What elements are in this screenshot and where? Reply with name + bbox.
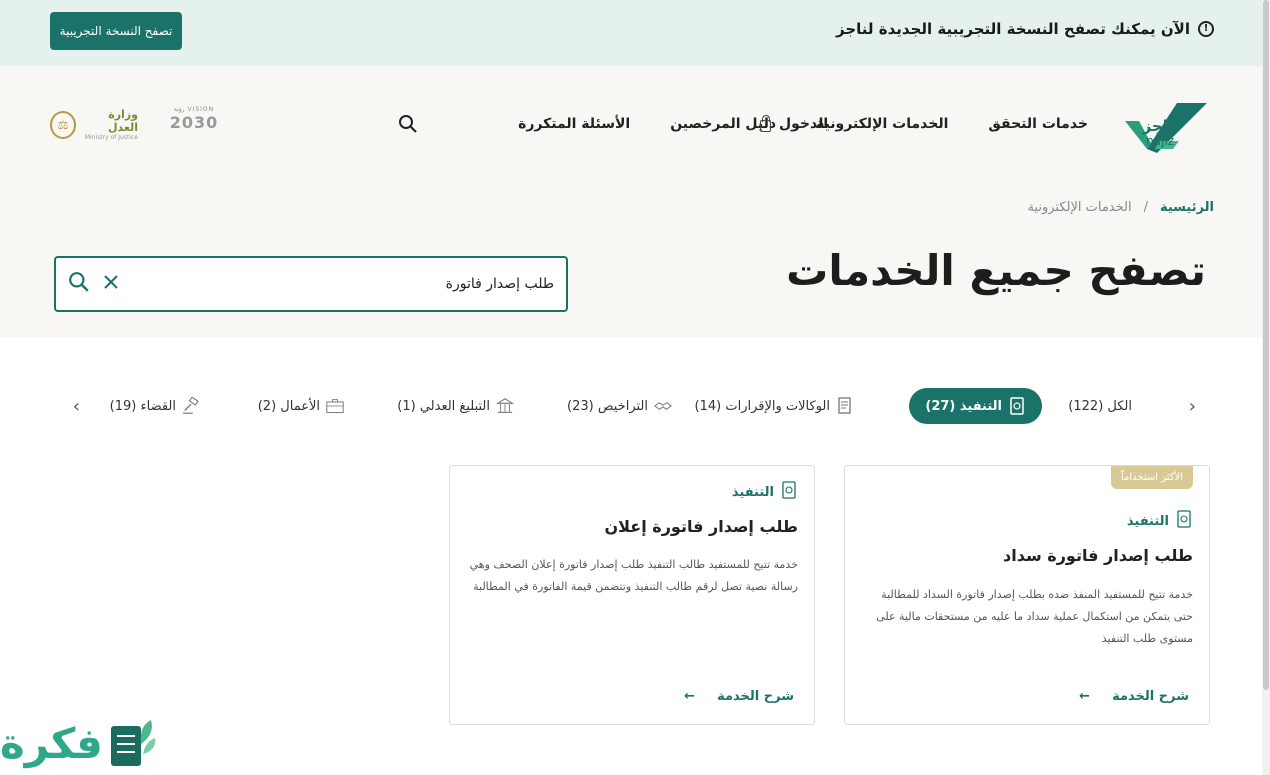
info-icon: !: [1198, 21, 1214, 37]
logo-latin: najiz: [1146, 134, 1174, 148]
logo-word: ناجز: [1142, 117, 1174, 135]
service-card[interactable]: الأكثر استخداماً التنفيذ طلب إصدار فاتور…: [844, 465, 1210, 725]
nav-electronic-services[interactable]: الخدمات الإلكترونية: [816, 116, 948, 132]
ministry-of-justice-logo: وزارة العدل Ministry of Justice ⚖: [50, 108, 138, 142]
search-submit-icon[interactable]: [68, 271, 90, 297]
most-used-badge: الأكثر استخداماً: [1110, 466, 1193, 489]
service-search-input[interactable]: [120, 276, 554, 292]
service-details-link[interactable]: شرح الخدمة ←: [684, 689, 794, 704]
card-category: التنفيذ: [732, 481, 798, 503]
tabs-prev-arrow-icon[interactable]: ‹: [1189, 396, 1196, 417]
breadcrumb-separator: /: [1143, 200, 1148, 215]
card-description: خدمة تتيح للمستفيد طالب التنفيذ طلب إصدا…: [469, 558, 798, 593]
arrow-left-icon: ←: [1079, 689, 1091, 704]
banner-message: ! الآن يمكنك تصفح النسخة التجريبية الجدي…: [836, 20, 1214, 38]
arrow-left-icon: ←: [684, 689, 696, 704]
login-button[interactable]: الدخول: [760, 115, 829, 132]
scrollbar[interactable]: [1262, 0, 1270, 775]
service-card[interactable]: التنفيذ طلب إصدار فاتورة إعلان خدمة تتيح…: [449, 465, 815, 725]
scrollbar-thumb[interactable]: [1263, 0, 1269, 690]
contract-icon: [836, 397, 854, 415]
najiz-logo[interactable]: ناجز najiz: [1117, 101, 1212, 156]
card-category: التنفيذ: [1127, 510, 1193, 532]
service-search-box: [54, 256, 568, 312]
gavel-icon: [182, 397, 200, 415]
page-title: تصفح جميع الخدمات: [786, 246, 1206, 295]
document-icon: [1008, 397, 1026, 415]
tabs-next-arrow-icon[interactable]: ›: [73, 396, 80, 417]
watermark-text: فكرة: [0, 719, 104, 768]
card-description: خدمة تتيح للمستفيد المنفذ ضده بطلب إصدار…: [876, 588, 1193, 645]
nav-verification-services[interactable]: خدمات التحقق: [988, 116, 1088, 132]
tab-licenses[interactable]: التراخيص (23): [567, 388, 672, 424]
document-icon: [1175, 510, 1193, 532]
top-banner: ! الآن يمكنك تصفح النسخة التجريبية الجدي…: [0, 0, 1262, 66]
briefcase-icon: [326, 397, 344, 415]
breadcrumb-current: الخدمات الإلكترونية: [1027, 200, 1132, 215]
card-title: طلب إصدار فاتورة إعلان: [604, 517, 798, 536]
category-tabs: ‹ الكل (122) التنفيذ (27) الوكالات والإق…: [60, 388, 1200, 424]
clear-search-icon[interactable]: [102, 273, 120, 295]
service-details-link[interactable]: شرح الخدمة ←: [1079, 689, 1189, 704]
document-icon: [780, 481, 798, 503]
nav-faq[interactable]: الأسئلة المتكررة: [518, 116, 630, 132]
breadcrumb-home[interactable]: الرئيسية: [1160, 200, 1214, 215]
tab-execution[interactable]: التنفيذ (27): [909, 388, 1042, 424]
breadcrumb: الرئيسية / الخدمات الإلكترونية: [1027, 200, 1214, 215]
tab-all[interactable]: الكل (122): [1068, 388, 1132, 424]
lock-icon: [760, 115, 771, 132]
building-icon: [496, 397, 514, 415]
handshake-icon: [654, 397, 672, 415]
book-leaf-icon: [110, 719, 156, 766]
watermark-logo: فكرة: [0, 712, 160, 775]
try-beta-button[interactable]: تصفح النسخة التجريبية: [50, 12, 182, 50]
tab-business[interactable]: الأعمال (2): [258, 388, 344, 424]
tab-judiciary[interactable]: القضاء (19): [110, 388, 200, 424]
banner-text: الآن يمكنك تصفح النسخة التجريبية الجديدة…: [836, 20, 1190, 38]
vision-2030-logo: VISION رؤية 2030: [169, 106, 219, 132]
card-title: طلب إصدار فاتورة سداد: [1003, 546, 1193, 565]
search-box-icons: [68, 271, 120, 297]
login-label: الدخول: [779, 116, 829, 132]
tab-agencies[interactable]: الوكالات والإقرارات (14): [695, 388, 854, 424]
tab-judicial-notification[interactable]: التبليغ العدلي (1): [397, 388, 514, 424]
header-section: ناجز najiz خدمات التحقق الخدمات الإلكترو…: [0, 66, 1262, 337]
moj-seal-icon: ⚖: [50, 111, 76, 139]
header-search-icon[interactable]: [398, 114, 418, 138]
